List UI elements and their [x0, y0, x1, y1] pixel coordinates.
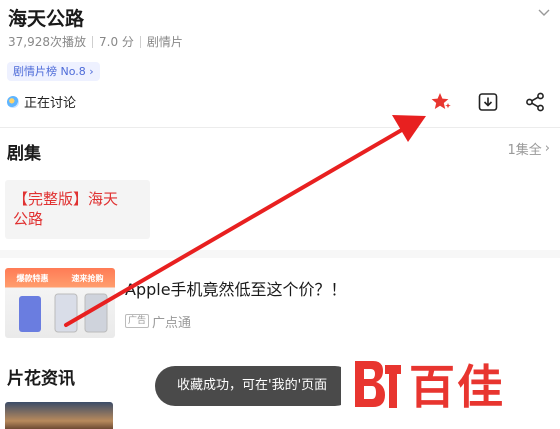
ad-badge: 广告	[125, 314, 150, 328]
favorite-button[interactable]	[429, 90, 453, 114]
video-title: 海天公路	[8, 8, 85, 30]
ad-title[interactable]: Apple手机竟然低至这个价？！	[125, 276, 347, 300]
ad-thumbnail[interactable]: 爆款特惠 速来抢购	[5, 268, 115, 338]
section-gap	[0, 250, 560, 258]
phone-product-image	[19, 293, 108, 333]
download-icon	[478, 93, 498, 111]
ad-source: 广点通	[152, 316, 192, 331]
news-thumbnail[interactable]	[5, 402, 113, 429]
collapse-chevron-icon[interactable]	[537, 6, 551, 20]
play-count: 37,928次播放	[8, 35, 86, 49]
episodes-count-link[interactable]: 1集全 ›	[508, 139, 550, 158]
episode-label: 【完整版】海天	[13, 190, 119, 208]
watermark-text: 百佳	[409, 360, 505, 414]
chevron-right-icon: ›	[89, 65, 94, 78]
section-divider	[0, 127, 560, 128]
episodes-heading: 剧集	[7, 144, 41, 164]
meta-divider	[92, 35, 93, 48]
watermark: 百佳	[341, 352, 560, 416]
genre: 剧情片	[146, 35, 183, 49]
rank-chip[interactable]: 剧情片榜 No.8 ›	[7, 62, 100, 81]
video-meta: 37,928次播放 7.0 分 剧情片	[8, 33, 183, 50]
discussion-icon	[7, 95, 19, 108]
news-heading: 片花资讯	[7, 369, 75, 389]
chevron-right-icon: ›	[544, 141, 550, 156]
watermark-logo-icon	[355, 361, 401, 408]
episode-label: 公路	[13, 210, 44, 228]
rank-chip-label: 剧情片榜 No.8	[13, 65, 86, 78]
share-button[interactable]	[523, 90, 547, 114]
toast-message: 收藏成功，可在'我的'页面	[155, 366, 355, 406]
discussion-label: 正在讨论	[24, 96, 77, 111]
share-icon	[526, 92, 544, 112]
star-sparkle-icon	[431, 93, 451, 109]
episode-card[interactable]: 【完整版】海天 公路	[5, 180, 150, 239]
discussion-entry[interactable]: 正在讨论	[7, 92, 76, 111]
meta-divider	[139, 35, 141, 48]
episodes-count: 1集全	[507, 143, 542, 158]
score: 7.0 分	[99, 35, 134, 49]
download-button[interactable]	[476, 90, 500, 114]
